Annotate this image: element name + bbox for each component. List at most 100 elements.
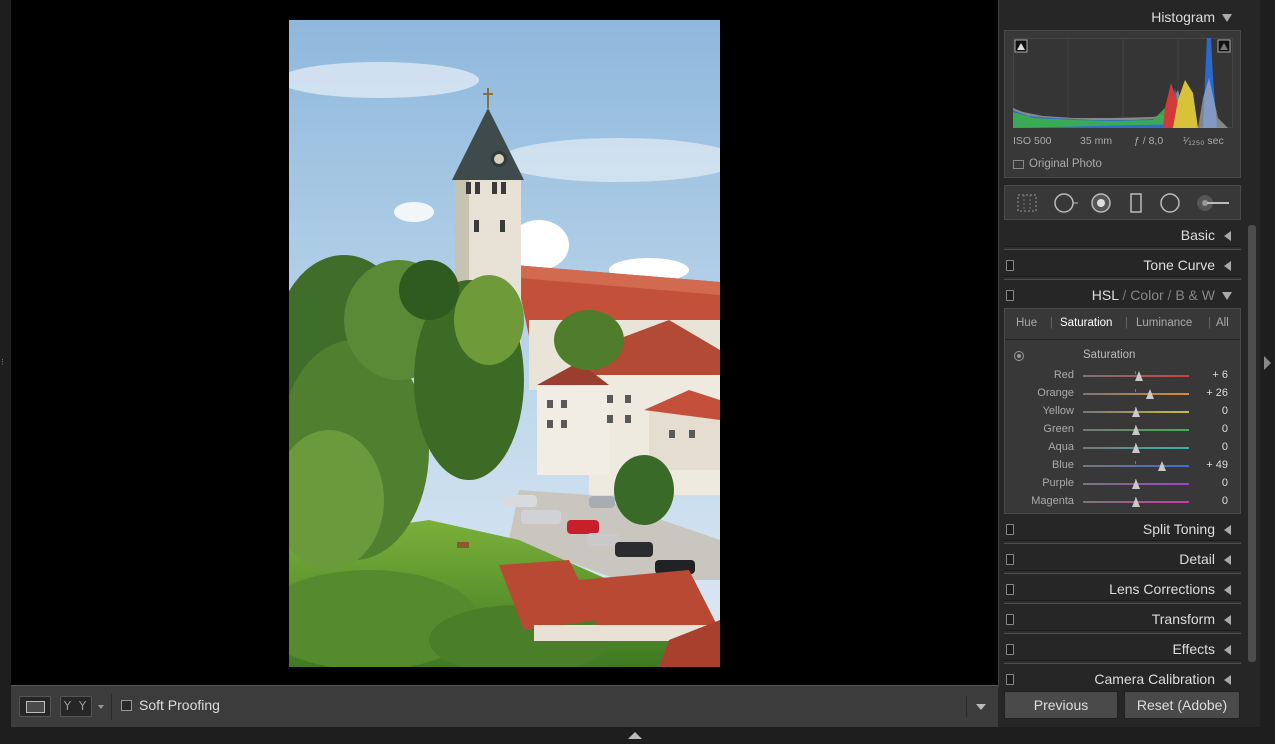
slider-aqua[interactable]: Aqua 0 xyxy=(1005,439,1240,457)
slider-red[interactable]: Red + 6 xyxy=(1005,367,1240,385)
hsl-tabs: Hue | Saturation | Luminance | All xyxy=(1005,309,1240,339)
slider-thumb[interactable] xyxy=(1132,407,1140,417)
radial-filter-icon[interactable] xyxy=(1159,192,1181,214)
panel-switch-icon[interactable] xyxy=(1006,290,1014,301)
slider-orange[interactable]: Orange + 26 xyxy=(1005,385,1240,403)
slider-value[interactable]: 0 xyxy=(1222,441,1228,453)
slider-thumb[interactable] xyxy=(1132,479,1140,489)
panel-switch-icon[interactable] xyxy=(1006,674,1014,685)
detail-title: Detail xyxy=(1179,551,1215,567)
histogram-chart[interactable] xyxy=(1013,38,1233,128)
slider-track[interactable] xyxy=(1083,465,1189,467)
slider-green[interactable]: Green 0 xyxy=(1005,421,1240,439)
panel-switch-icon[interactable] xyxy=(1006,260,1014,271)
effects-panel-header[interactable]: Effects xyxy=(1004,635,1241,663)
previous-button[interactable]: Previous xyxy=(1004,691,1118,719)
loupe-view-button[interactable] xyxy=(19,696,51,717)
filmstrip-toggle-icon[interactable] xyxy=(628,732,642,739)
lens-corrections-panel-header[interactable]: Lens Corrections xyxy=(1004,575,1241,603)
panel-switch-icon[interactable] xyxy=(1006,614,1014,625)
bw-title[interactable]: B & W xyxy=(1175,287,1215,303)
toolbar: Y Y Soft Proofing xyxy=(11,685,998,727)
slider-label: Aqua xyxy=(1048,441,1074,453)
slider-thumb[interactable] xyxy=(1132,425,1140,435)
panel-scrollbar[interactable] xyxy=(1248,225,1256,662)
adjustment-brush-icon[interactable] xyxy=(1195,192,1231,214)
tab-hue[interactable]: Hue xyxy=(1016,317,1037,329)
red-eye-correction-icon[interactable] xyxy=(1090,192,1112,214)
left-panel-edge[interactable] xyxy=(0,0,11,744)
expand-icon xyxy=(1224,585,1231,595)
graduated-filter-icon[interactable] xyxy=(1125,192,1147,214)
panel-switch-icon[interactable] xyxy=(1006,524,1014,535)
slider-value[interactable]: 0 xyxy=(1222,405,1228,417)
right-panel-toggle-icon[interactable] xyxy=(1264,356,1271,370)
slider-thumb[interactable] xyxy=(1145,389,1154,399)
before-after-dropdown-icon[interactable] xyxy=(98,705,104,709)
panel-switch-icon[interactable] xyxy=(1006,554,1014,565)
targeted-adjustment-icon[interactable] xyxy=(1014,351,1024,361)
expand-icon xyxy=(1224,261,1231,271)
tab-luminance[interactable]: Luminance xyxy=(1136,317,1192,329)
slider-magenta[interactable]: Magenta 0 xyxy=(1005,493,1240,511)
camera-calibration-panel-header[interactable]: Camera Calibration xyxy=(1004,665,1241,687)
image-canvas[interactable] xyxy=(11,0,998,685)
slider-purple[interactable]: Purple 0 xyxy=(1005,475,1240,493)
saturation-section-title: Saturation xyxy=(1083,349,1136,361)
tone-curve-title: Tone Curve xyxy=(1143,257,1215,273)
histogram-header[interactable]: Histogram xyxy=(1004,3,1241,31)
title-separator: / xyxy=(1122,287,1127,303)
toolbar-content-menu[interactable] xyxy=(966,696,992,717)
before-after-button[interactable]: Y Y xyxy=(60,696,92,717)
basic-panel-header[interactable]: Basic xyxy=(1004,221,1241,249)
panel-divider xyxy=(1004,276,1241,280)
panel-switch-icon[interactable] xyxy=(1006,584,1014,595)
slider-value[interactable]: 0 xyxy=(1222,423,1228,435)
crop-overlay-icon[interactable] xyxy=(1016,192,1038,214)
reset-button[interactable]: Reset (Adobe) xyxy=(1124,691,1240,719)
slider-thumb[interactable] xyxy=(1135,371,1144,381)
original-photo-checkbox[interactable] xyxy=(1013,160,1024,169)
tone-curve-panel-header[interactable]: Tone Curve xyxy=(1004,251,1241,279)
detail-panel-header[interactable]: Detail xyxy=(1004,545,1241,573)
original-photo-label[interactable]: Original Photo xyxy=(1029,158,1102,170)
panel-switch-icon[interactable] xyxy=(1006,644,1014,655)
slider-value[interactable]: 0 xyxy=(1222,495,1228,507)
expand-icon xyxy=(1224,675,1231,685)
slider-yellow[interactable]: Yellow 0 xyxy=(1005,403,1240,421)
split-toning-panel-header[interactable]: Split Toning xyxy=(1004,515,1241,543)
develop-module: ⁝ Y Y Soft Proofing Histogram ISO 500 35… xyxy=(0,0,1275,744)
right-panel-edge[interactable] xyxy=(1260,0,1275,744)
slider-value[interactable]: + 26 xyxy=(1206,387,1228,399)
aperture-value: ƒ / 8,0 xyxy=(1134,135,1164,147)
slider-track[interactable] xyxy=(1083,393,1189,395)
spot-removal-icon[interactable] xyxy=(1053,192,1078,214)
slider-label: Purple xyxy=(1042,477,1074,489)
slider-value[interactable]: + 49 xyxy=(1206,459,1228,471)
slider-label: Yellow xyxy=(1042,405,1074,417)
slider-value[interactable]: + 6 xyxy=(1212,369,1228,381)
church-landscape-image xyxy=(289,20,720,667)
slider-thumb[interactable] xyxy=(1132,443,1140,453)
hsl-panel-header[interactable]: HSL / Color / B & W xyxy=(1004,281,1241,309)
toolbar-divider xyxy=(111,694,112,720)
slider-thumb[interactable] xyxy=(1132,497,1140,507)
slider-label: Red xyxy=(1053,369,1074,381)
color-title[interactable]: Color xyxy=(1130,287,1163,303)
focal-length-value: 35 mm xyxy=(1080,135,1113,147)
tab-saturation[interactable]: Saturation xyxy=(1060,317,1112,329)
slider-label: Blue xyxy=(1051,459,1074,471)
iso-value: ISO 500 xyxy=(1013,135,1052,147)
soft-proofing-label[interactable]: Soft Proofing xyxy=(139,697,220,713)
tab-all[interactable]: All xyxy=(1216,317,1229,329)
shutter-speed-value: ¹⁄₁₂₅₀ sec xyxy=(1183,135,1224,147)
slider-label: Orange xyxy=(1037,387,1074,399)
slider-blue[interactable]: Blue + 49 xyxy=(1005,457,1240,475)
left-panel-toggle-icon[interactable]: ⁝ xyxy=(1,358,4,368)
soft-proofing-checkbox[interactable] xyxy=(121,700,132,711)
slider-value[interactable]: 0 xyxy=(1222,477,1228,489)
hsl-title[interactable]: HSL xyxy=(1092,287,1119,303)
slider-thumb[interactable] xyxy=(1157,461,1166,471)
transform-panel-header[interactable]: Transform xyxy=(1004,605,1241,633)
effects-title: Effects xyxy=(1172,641,1215,657)
